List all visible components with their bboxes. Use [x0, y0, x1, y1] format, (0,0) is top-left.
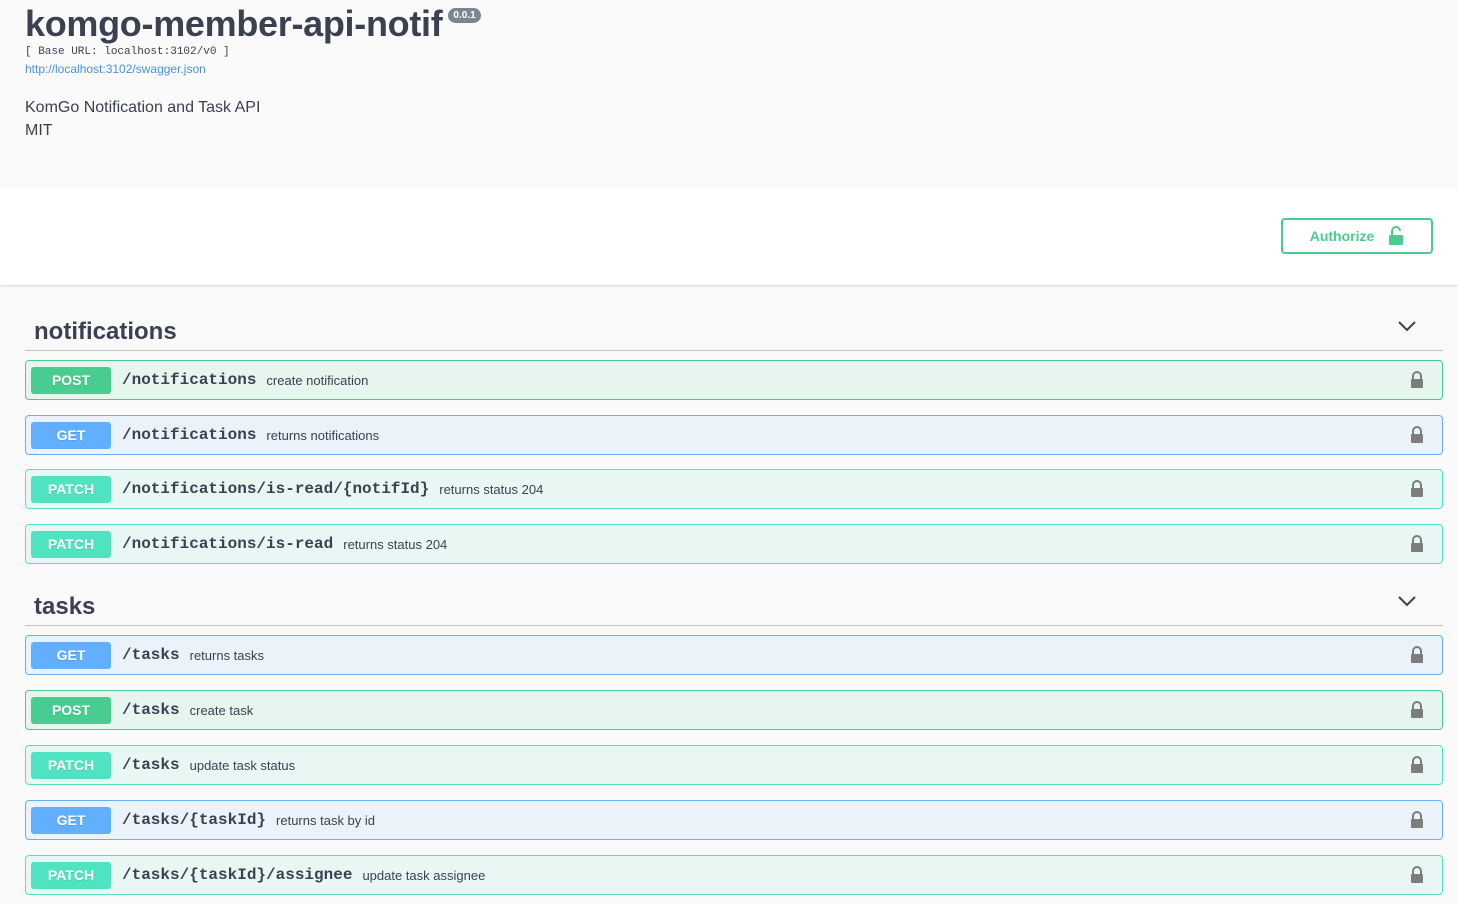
operation-path: /notifications/is-read/{notifId} [122, 480, 430, 498]
api-description: KomGo Notification and Task API [25, 99, 261, 116]
lock-icon[interactable] [1410, 535, 1424, 553]
method-badge: PATCH [31, 475, 111, 503]
operation-summary: update task assignee [362, 867, 486, 883]
lock-icon[interactable] [1410, 371, 1424, 389]
operation-path: /notifications [122, 371, 257, 389]
lock-icon[interactable] [1410, 756, 1424, 774]
api-info-header: komgo-member-api-notif 0.0.1 [ Base URL:… [0, 0, 1458, 188]
section-header-notifications[interactable]: notifications [25, 305, 1443, 351]
operation-path: /tasks [122, 646, 180, 664]
operation-path: /notifications/is-read [122, 535, 334, 553]
operation-summary: returns status 204 [343, 536, 448, 552]
chevron-down-icon[interactable] [1397, 594, 1417, 608]
operation-patch-tasks[interactable]: PATCH /tasks update task status [25, 745, 1443, 785]
section-title: notifications [34, 318, 177, 345]
operation-summary: returns tasks [189, 647, 265, 663]
section-tasks: tasks [25, 580, 1443, 626]
method-badge: GET [31, 806, 111, 834]
operation-summary: create notification [266, 372, 369, 388]
method-badge: PATCH [31, 751, 111, 779]
lock-icon[interactable] [1410, 646, 1424, 664]
method-badge: POST [31, 696, 111, 724]
operation-summary: returns notifications [266, 427, 380, 443]
lock-icon[interactable] [1410, 811, 1424, 829]
operation-get-notifications[interactable]: GET /notifications returns notifications [25, 415, 1443, 455]
section-header-tasks[interactable]: tasks [25, 580, 1443, 626]
operation-post-tasks[interactable]: POST /tasks create task [25, 690, 1443, 730]
operation-get-task-by-id[interactable]: GET /tasks/{taskId} returns task by id [25, 800, 1443, 840]
method-badge: POST [31, 366, 111, 394]
scheme-container [0, 188, 1458, 285]
lock-icon[interactable] [1410, 426, 1424, 444]
version-badge: 0.0.1 [448, 8, 481, 23]
authorize-button[interactable]: Authorize [1281, 218, 1433, 254]
operation-summary: create task [189, 702, 254, 718]
operation-path: /tasks [122, 701, 180, 719]
api-title: komgo-member-api-notif [25, 3, 443, 44]
operation-path: /tasks [122, 756, 180, 774]
method-badge: GET [31, 421, 111, 449]
api-license: MIT [25, 122, 53, 139]
section-title: tasks [34, 593, 96, 620]
operation-summary: returns status 204 [439, 481, 544, 497]
authorize-label: Authorize [1309, 228, 1375, 244]
section-notifications: notifications [25, 305, 1443, 351]
operation-patch-task-assignee[interactable]: PATCH /tasks/{taskId}/assignee update ta… [25, 855, 1443, 895]
operation-post-notifications[interactable]: POST /notifications create notification [25, 360, 1443, 400]
method-badge: PATCH [31, 861, 111, 889]
title-row: komgo-member-api-notif 0.0.1 [25, 4, 481, 44]
operation-patch-notifications-is-read[interactable]: PATCH /notifications/is-read returns sta… [25, 524, 1443, 564]
operation-get-tasks[interactable]: GET /tasks returns tasks [25, 635, 1443, 675]
operation-patch-notifications-is-read-notifid[interactable]: PATCH /notifications/is-read/{notifId} r… [25, 469, 1443, 509]
lock-icon[interactable] [1410, 866, 1424, 884]
operation-summary: returns task by id [276, 812, 376, 828]
base-url: [ Base URL: localhost:3102/v0 ] [25, 46, 230, 58]
operation-path: /tasks/{taskId} [122, 811, 267, 829]
chevron-down-icon[interactable] [1397, 319, 1417, 333]
operation-summary: update task status [189, 757, 296, 773]
lock-icon[interactable] [1410, 480, 1424, 498]
api-description-block: KomGo Notification and Task API MIT [25, 96, 260, 142]
operation-path: /notifications [122, 426, 257, 444]
unlocked-icon [1389, 226, 1404, 245]
lock-icon[interactable] [1410, 701, 1424, 719]
method-badge: GET [31, 641, 111, 669]
method-badge: PATCH [31, 530, 111, 558]
swagger-json-link[interactable]: http://localhost:3102/swagger.json [25, 62, 206, 76]
operation-path: /tasks/{taskId}/assignee [122, 866, 353, 884]
